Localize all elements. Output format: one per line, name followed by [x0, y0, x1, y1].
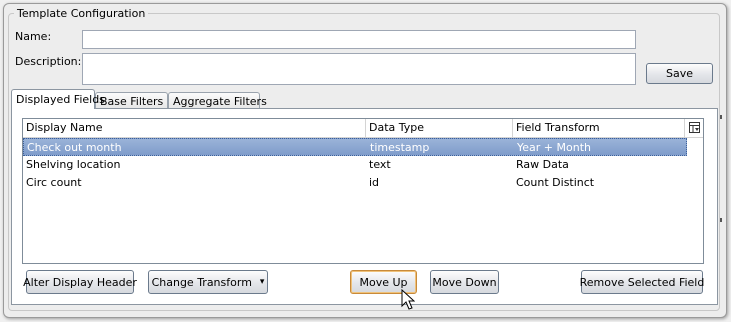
alter-display-header-button[interactable]: Alter Display Header — [23, 270, 137, 294]
cell-data-type: text — [369, 158, 391, 171]
mouse-cursor-icon — [401, 289, 415, 310]
save-button[interactable]: Save — [646, 63, 713, 84]
fields-grid[interactable]: Display Name Data Type Field Transform C… — [22, 118, 704, 264]
group-title: Template Configuration — [14, 7, 149, 20]
column-header-data-type[interactable]: Data Type — [366, 119, 513, 137]
table-row[interactable]: Check out month timestamp Year + Month — [23, 138, 687, 156]
splitter-mark — [720, 218, 722, 222]
description-input[interactable] — [82, 53, 636, 85]
cell-display-name: Check out month — [27, 141, 122, 154]
remove-selected-field-button[interactable]: Remove Selected Field — [580, 270, 704, 294]
chevron-down-icon: ▾ — [259, 277, 265, 287]
change-transform-button[interactable]: Change Transform ▾ — [148, 270, 268, 294]
table-row[interactable]: Shelving location text Raw Data — [23, 156, 687, 174]
column-header-field-transform[interactable]: Field Transform — [513, 119, 685, 137]
splitter-mark — [720, 115, 722, 119]
cell-field-transform: Year + Month — [517, 141, 591, 154]
cell-display-name: Shelving location — [26, 158, 121, 171]
tab-aggregate-filters[interactable]: Aggregate Filters — [168, 92, 267, 109]
table-row[interactable]: Circ count id Count Distinct — [23, 174, 687, 192]
tab-displayed-fields[interactable]: Displayed Fields — [11, 89, 105, 109]
move-down-button[interactable]: Move Down — [430, 270, 499, 294]
cell-data-type: timestamp — [370, 141, 430, 154]
cell-data-type: id — [369, 176, 380, 189]
name-input[interactable] — [82, 30, 636, 49]
description-label: Description: — [15, 55, 82, 68]
cell-display-name: Circ count — [26, 176, 82, 189]
cell-field-transform: Raw Data — [516, 158, 569, 171]
column-header-display-name[interactable]: Display Name — [23, 119, 366, 137]
change-transform-label: Change Transform — [151, 275, 252, 289]
tab-base-filters[interactable]: Base Filters — [95, 92, 168, 109]
column-picker-icon[interactable] — [689, 122, 700, 133]
grid-header: Display Name Data Type Field Transform — [23, 119, 703, 138]
cell-field-transform: Count Distinct — [516, 176, 595, 189]
name-label: Name: — [15, 30, 52, 43]
